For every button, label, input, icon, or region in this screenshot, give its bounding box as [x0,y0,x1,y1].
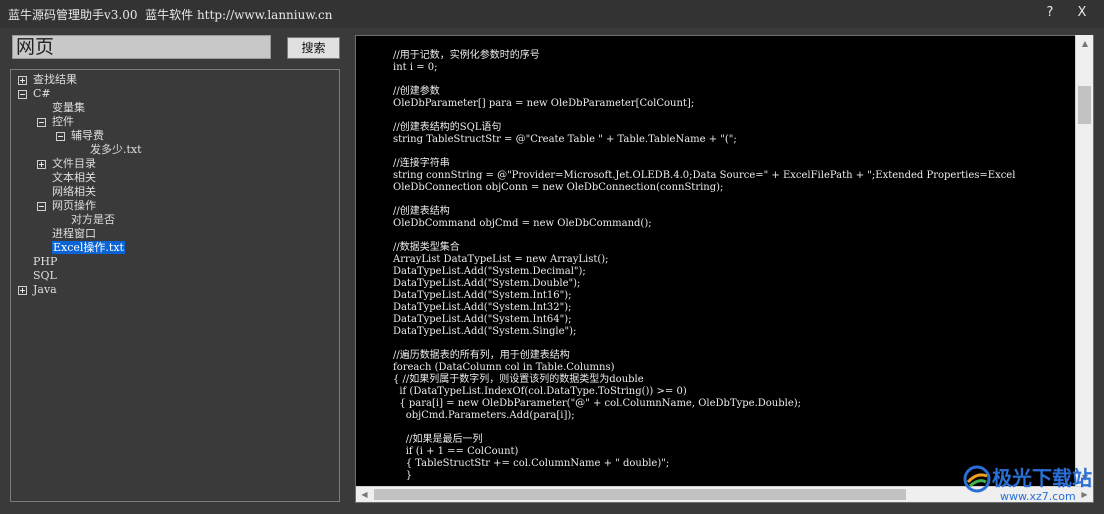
tree-node-label: 文本相关 [52,171,96,184]
title-bar: 蓝牛源码管理助手v3.00 蓝牛软件 http://www.lanniuw.cn… [0,0,1104,28]
watermark-brand: 极光下载站 [992,466,1092,490]
tree-node-webpage[interactable]: 网页操作 [37,199,96,213]
expand-icon[interactable] [18,286,27,295]
category-tree[interactable]: 查找结果 C# 变量集 控件 辅导费 发多少.txt 文件目录 文本相关 网络相… [10,69,340,502]
tree-node-variables[interactable]: 变量集 [52,101,85,115]
tree-node-text[interactable]: 文本相关 [52,171,96,185]
tree-node-excel-txt[interactable]: Excel操作.txt [52,241,125,255]
collapse-icon[interactable] [18,90,27,99]
horizontal-scroll-thumb[interactable] [374,489,906,500]
tree-node-process-window[interactable]: 进程窗口 [52,227,96,241]
tree-node-label: 文件目录 [52,157,96,170]
tree-node-tutoring-fee[interactable]: 辅导费 [56,129,104,143]
tree-node-label: 查找结果 [33,73,77,86]
tree-node-label: 网络相关 [52,185,96,198]
tree-node-search-results[interactable]: 查找结果 [18,73,77,87]
tree-node-sql[interactable]: SQL [33,269,57,283]
collapse-icon[interactable] [37,118,46,127]
search-button[interactable]: 搜索 [287,37,340,59]
tree-node-label: C# [33,87,51,100]
tree-node-label: 发多少.txt [90,143,142,156]
tree-node-label: Excel操作.txt [52,241,125,254]
tree-node-network[interactable]: 网络相关 [52,185,96,199]
window-title: 蓝牛源码管理助手v3.00 蓝牛软件 http://www.lanniuw.cn [8,8,333,22]
watermark-url: www.xz7.com [1000,490,1076,503]
scroll-up-icon[interactable]: ▲ [1076,35,1094,52]
tree-node-file-txt[interactable]: 发多少.txt [90,143,142,157]
vertical-scrollbar[interactable]: ▲ ▼ [1075,35,1093,486]
tree-node-other-party[interactable]: 对方是否 [71,213,115,227]
tree-node-label: SQL [33,269,57,282]
code-text[interactable]: //用于记数，实例化参数时的序号 int i = 0; //创建参数 OleDb… [393,50,1015,482]
tree-node-label: 变量集 [52,101,85,114]
tree-node-label: 对方是否 [71,213,115,226]
tree-node-php[interactable]: PHP [33,255,57,269]
tree-node-label: 进程窗口 [52,227,96,240]
watermark-logo-icon [963,465,991,493]
tree-node-java[interactable]: Java [18,283,57,297]
collapse-icon[interactable] [37,202,46,211]
tree-node-label: PHP [33,255,58,268]
expand-icon[interactable] [37,160,46,169]
search-input[interactable]: 网页 [12,35,271,59]
expand-icon[interactable] [18,76,27,85]
tree-node-csharp[interactable]: C# [18,87,51,101]
code-editor[interactable]: //用于记数，实例化参数时的序号 int i = 0; //创建参数 OleDb… [355,35,1094,503]
help-button[interactable]: ? [1042,5,1058,20]
watermark: 极光下载站 www.xz7.com [962,458,1102,510]
collapse-icon[interactable] [56,132,65,141]
tree-node-label: 辅导费 [71,129,104,142]
tree-node-label: Java [33,283,57,296]
tree-node-label: 网页操作 [52,199,96,212]
tree-node-controls[interactable]: 控件 [37,115,74,129]
tree-node-label: 控件 [52,115,74,128]
close-button[interactable]: X [1074,5,1090,20]
scroll-left-icon[interactable]: ◀ [356,487,373,503]
tree-node-file-directory[interactable]: 文件目录 [37,157,96,171]
vertical-scroll-thumb[interactable] [1078,86,1091,124]
